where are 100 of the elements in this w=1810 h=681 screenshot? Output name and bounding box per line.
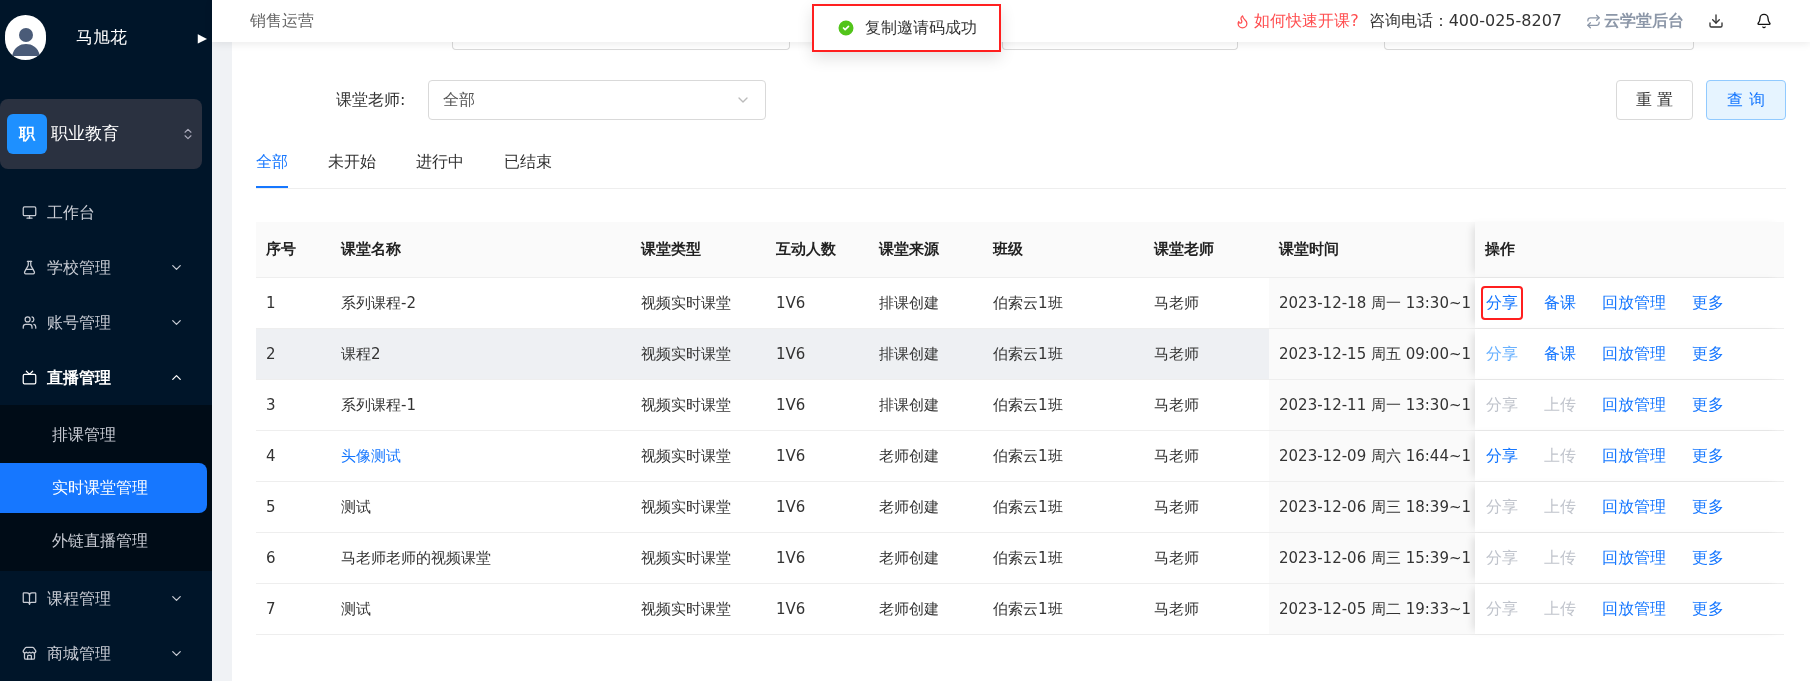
help-link[interactable]: 如何快速开课? [1235,9,1359,33]
action-link[interactable]: 回放管理 [1597,439,1671,473]
table-cell-text: 4 [266,445,276,467]
action-link[interactable]: 分享 [1481,439,1523,473]
menu-item[interactable]: 学校管理 [0,240,212,295]
reset-button[interactable]: 重 置 [1616,80,1693,120]
class-name-link[interactable]: 头像测试 [341,444,401,468]
table-cell-text: 视频实时课堂 [641,547,731,569]
table-cell-text: 1V6 [776,394,806,416]
breadcrumb: 销售运营 [250,10,314,32]
column-header: 课堂名称 [341,239,401,261]
table-cell-text: 伯索云1班 [993,445,1063,467]
table-cell-text: 系列课程-1 [341,394,416,416]
column-header: 课堂来源 [879,239,939,261]
column-header: 课堂时间 [1279,239,1339,261]
search-button[interactable]: 查 询 [1706,80,1786,120]
action-link[interactable]: 更多 [1687,337,1729,371]
table-cell-text: 老师创建 [879,547,939,569]
filter-tab[interactable]: 全部 [256,150,288,188]
filter-tab[interactable]: 已结束 [504,150,552,188]
table-cell-text: 马老师 [1154,343,1199,365]
column-header: 班级 [993,239,1023,261]
table-cell-text: 老师创建 [879,598,939,620]
filter-tab[interactable]: 未开始 [328,150,376,188]
menu-item[interactable]: 账号管理 [0,295,212,350]
table-cell-text: 视频实时课堂 [641,343,731,365]
table-cell-text: 2023-12-05 周二 19:33~1 [1279,598,1472,620]
table-cell-text: 7 [266,598,276,620]
table-cell-text: 测试 [341,496,371,518]
table-cell-text: 1V6 [776,496,806,518]
table-cell-text: 马老师 [1154,292,1199,314]
filter-field[interactable] [1384,42,1694,50]
table-cell-text: 6 [266,547,276,569]
action-link[interactable]: 分享 [1481,286,1523,320]
action-link[interactable]: 回放管理 [1597,592,1671,626]
menu-icon [22,205,37,220]
action-link[interactable]: 更多 [1687,592,1729,626]
filter-field[interactable] [1002,42,1238,50]
table-cell-text: 马老师 [1154,598,1199,620]
table-cell-text: 视频实时课堂 [641,292,731,314]
menu-item[interactable]: 课程管理 [0,571,212,626]
filter-tab[interactable]: 进行中 [416,150,464,188]
table-cell-text: 2 [266,343,276,365]
table-row[interactable]: 1 系列课程-2 视频实时课堂 1V6 排课创建 伯索云1班 马老师 2023-12-18 周一 13:30~1 分享 备课 回放管理 更多 [256,278,1784,329]
filter-label: 课堂老师: [336,89,407,111]
table-cell-text: 排课创建 [879,394,939,416]
table-cell-text: 伯索云1班 [993,547,1063,569]
table-cell-text: 1V6 [776,547,806,569]
action-link[interactable]: 更多 [1687,541,1729,575]
loop-icon [1586,13,1601,29]
column-header: 序号 [266,239,296,261]
table-cell-text: 2023-12-15 周五 09:00~1 [1279,343,1472,365]
phone-number: 咨询电话：400-025-8207 [1368,10,1562,32]
action-link[interactable]: 回放管理 [1597,286,1671,320]
submenu-item[interactable]: 实时课堂管理 [0,463,207,513]
column-header: 课堂类型 [641,239,701,261]
table-cell-text: 视频实时课堂 [641,445,731,467]
action-link[interactable]: 备课 [1539,337,1581,371]
action-link[interactable]: 回放管理 [1597,337,1671,371]
table-cell-text: 视频实时课堂 [641,598,731,620]
submenu-item[interactable]: 排课管理 [0,410,207,460]
download-icon[interactable] [1708,13,1724,29]
menu-icon [22,591,37,606]
action-link[interactable]: 更多 [1687,286,1729,320]
table-cell-text: 5 [266,496,276,518]
action-link[interactable]: 回放管理 [1597,388,1671,422]
menu-icon [22,370,37,385]
action-link[interactable]: 备课 [1539,286,1581,320]
table-cell-text: 测试 [341,598,371,620]
table-cell-text: 1V6 [776,292,806,314]
bell-icon[interactable] [1756,13,1772,29]
org-selector[interactable]: 职 职业教育 [0,99,202,169]
menu-item[interactable]: 商城管理 [0,626,212,681]
table-cell-text: 马老师 [1154,547,1199,569]
avatar-icon[interactable] [5,15,47,60]
menu-item[interactable]: 工作台 [0,185,212,240]
success-icon [836,18,856,38]
action-link[interactable]: 分享 [1481,337,1523,371]
table-cell-text: 排课创建 [879,292,939,314]
action-link[interactable]: 回放管理 [1597,541,1671,575]
action-link[interactable]: 更多 [1687,388,1729,422]
filter-field[interactable] [452,42,790,50]
table-cell-text: 1 [266,292,276,314]
table-row[interactable]: 2 课程2 视频实时课堂 1V6 排课创建 伯索云1班 马老师 2023-12-15 周五 09:00~1 分享 备课 回放管理 更多 [256,329,1784,380]
table-cell-text: 1V6 [776,343,806,365]
action-link[interactable]: 更多 [1687,490,1729,524]
table-cell-text: 2023-12-11 周一 13:30~1 [1279,394,1472,416]
table-cell-text: 马老师 [1154,496,1199,518]
action-link[interactable]: 更多 [1687,439,1729,473]
action-link[interactable]: 回放管理 [1597,490,1671,524]
menu-item[interactable]: 直播管理 [0,350,212,405]
table-cell-text: 老师创建 [879,496,939,518]
table-cell-text: 排课创建 [879,343,939,365]
backend-link[interactable]: 云学堂后台 [1586,9,1684,33]
submenu-item[interactable]: 外链直播管理 [0,516,207,566]
org-badge: 职 [7,114,47,154]
table-cell-text: 系列课程-2 [341,292,416,314]
teacher-select[interactable]: 全部 [428,80,766,120]
expand-arrow-icon[interactable]: ▶ [197,28,207,47]
table-cell-text: 马老师老师的视频课堂 [341,547,491,569]
